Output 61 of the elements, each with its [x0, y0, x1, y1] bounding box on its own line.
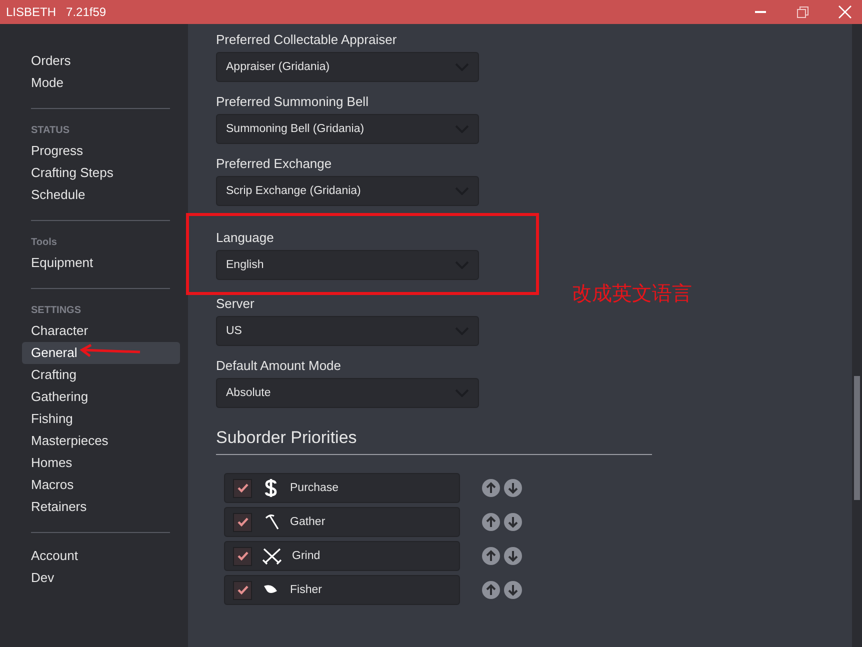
sidebar-item[interactable]: Schedule — [22, 184, 180, 206]
field-label: Language — [216, 230, 275, 245]
checkmark-icon — [236, 517, 248, 527]
sidebar-item[interactable]: Macros — [22, 474, 180, 496]
sidebar-item[interactable]: Equipment — [22, 252, 180, 274]
checkmark-icon — [236, 551, 248, 561]
annotation-text: 改成英文语言 — [572, 280, 692, 307]
sidebar-item[interactable]: Account — [22, 545, 180, 567]
priority-item: Grind — [224, 541, 460, 571]
sidebar-item[interactable]: General — [22, 342, 180, 364]
field-label: Preferred Summoning Bell — [216, 94, 370, 109]
move-up-icon[interactable] — [482, 479, 500, 497]
sidebar-item[interactable]: Retainers — [22, 496, 180, 518]
move-down-icon[interactable] — [504, 513, 522, 531]
checkmark-icon — [236, 585, 248, 595]
field-label: Server — [216, 296, 256, 311]
dropdown[interactable]: Absolute — [216, 378, 479, 408]
sidebar-item[interactable]: Gathering — [22, 386, 180, 408]
checkbox[interactable] — [233, 580, 252, 600]
field-label: Preferred Exchange — [216, 156, 333, 171]
dropdown[interactable]: Summoning Bell (Gridania) — [216, 114, 479, 144]
section-heading: Suborder Priorities — [216, 416, 652, 455]
section-header: Tools — [31, 237, 58, 248]
annotation-arrow — [80, 344, 142, 358]
move-down-icon[interactable] — [504, 547, 522, 565]
sidebar-item[interactable]: Masterpieces — [22, 430, 180, 452]
section-header: SETTINGS — [31, 305, 82, 316]
field-label: Default Amount Mode — [216, 358, 342, 373]
checkmark-icon — [236, 483, 248, 493]
checkbox[interactable] — [233, 478, 252, 498]
dropdown[interactable]: English — [216, 250, 479, 280]
window-title: LISBETH — [6, 5, 56, 19]
sidebar-item[interactable]: Fishing — [22, 408, 180, 430]
dropdown[interactable]: Scrip Exchange (Gridania) — [216, 176, 479, 206]
section-header: STATUS — [31, 125, 71, 136]
priority-item: Fisher — [224, 575, 460, 605]
sidebar-item[interactable]: Progress — [22, 140, 180, 162]
sidebar-item[interactable]: Orders — [22, 50, 180, 72]
sidebar-item[interactable]: Dev — [22, 567, 180, 589]
scrollbar[interactable] — [852, 24, 862, 647]
move-up-icon[interactable] — [482, 513, 500, 531]
move-down-icon[interactable] — [504, 479, 522, 497]
priority-item: Purchase — [224, 473, 460, 503]
sidebar-item[interactable]: Crafting — [22, 364, 180, 386]
priority-item: Gather — [224, 507, 460, 537]
move-up-icon[interactable] — [482, 581, 500, 599]
crossed-swords-icon — [262, 547, 282, 565]
sidebar-item[interactable]: Character — [22, 320, 180, 342]
sidebar-item[interactable]: Crafting Steps — [22, 162, 180, 184]
dropdown[interactable]: US — [216, 316, 479, 346]
move-down-icon[interactable] — [504, 581, 522, 599]
close-icon[interactable] — [838, 5, 852, 19]
move-up-icon[interactable] — [482, 547, 500, 565]
field-label: Preferred Collectable Appraiser — [216, 32, 398, 47]
sidebar-item[interactable]: Mode — [22, 72, 180, 94]
version-label: 7.21f59 — [66, 5, 106, 19]
dropdown[interactable]: Appraiser (Gridania) — [216, 52, 479, 82]
restore-icon[interactable] — [796, 5, 810, 19]
sidebar-item[interactable]: Homes — [22, 452, 180, 474]
checkbox[interactable] — [233, 546, 252, 566]
checkbox[interactable] — [233, 512, 252, 532]
